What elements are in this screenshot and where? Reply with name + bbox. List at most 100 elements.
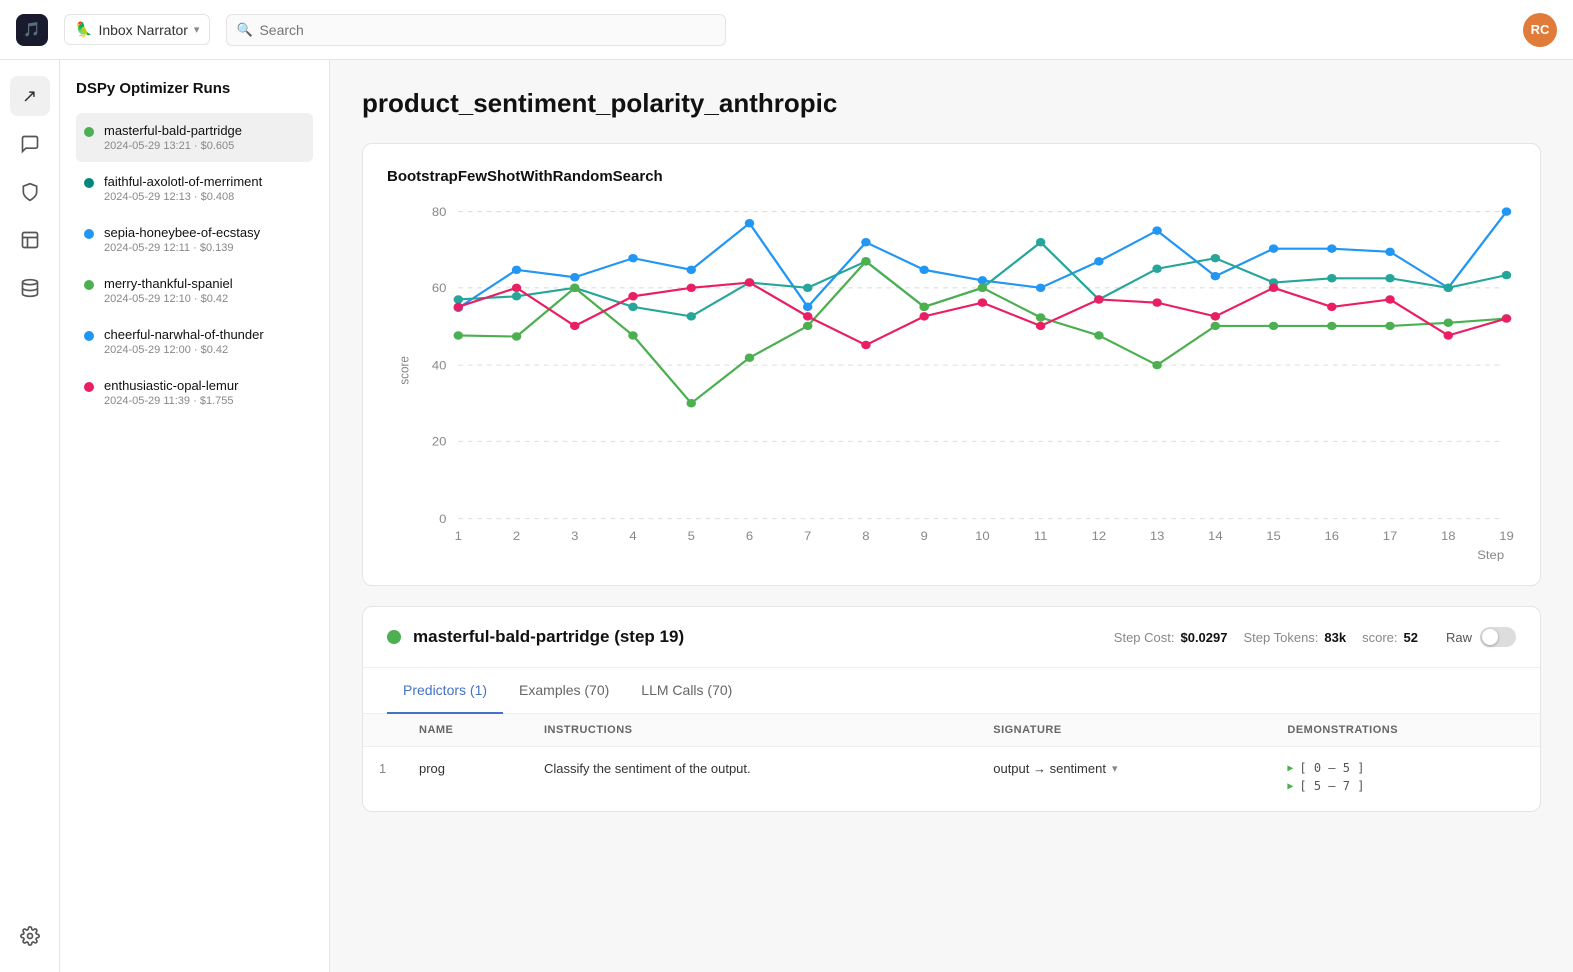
- pink-dot-16: [1327, 303, 1337, 311]
- run-dot-3: [84, 280, 94, 290]
- pink-dot-19: [1502, 314, 1512, 322]
- search-icon: 🔍: [236, 22, 252, 38]
- nav-chat[interactable]: [10, 124, 50, 164]
- run-item-4[interactable]: cheerful-narwhal-of-thunder 2024-05-29 1…: [76, 317, 313, 366]
- chart-container: .grid-line { stroke: #ddd; stroke-width:…: [387, 201, 1516, 561]
- run-item-0[interactable]: masterful-bald-partridge 2024-05-29 13:2…: [76, 113, 313, 162]
- svg-text:2: 2: [513, 529, 520, 542]
- table-header-row: NAME INSTRUCTIONS SIGNATURE DEMONSTRATIO…: [363, 714, 1540, 747]
- demo-item-2: ▶ [ 5 – 7 ]: [1287, 779, 1524, 793]
- pink-dot-18: [1444, 331, 1454, 339]
- blue-dot-2: [512, 266, 522, 274]
- run-item-5[interactable]: enthusiastic-opal-lemur 2024-05-29 11:39…: [76, 368, 313, 417]
- run-item-3[interactable]: merry-thankful-spaniel 2024-05-29 12:10 …: [76, 266, 313, 315]
- run-info-0: masterful-bald-partridge 2024-05-29 13:2…: [104, 123, 305, 152]
- demo-item-1: ▶ [ 0 – 5 ]: [1287, 761, 1524, 775]
- run-item-2[interactable]: sepia-honeybee-of-ecstasy 2024-05-29 12:…: [76, 215, 313, 264]
- run-dot-2: [84, 229, 94, 239]
- svg-text:13: 13: [1150, 529, 1165, 542]
- col-index: [363, 714, 403, 747]
- green-dot-14: [1211, 322, 1221, 330]
- pink-dot-10: [978, 298, 988, 306]
- toggle-track[interactable]: [1480, 627, 1516, 647]
- run-dot-5: [84, 382, 94, 392]
- svg-text:11: 11: [1034, 529, 1048, 542]
- nav-chart[interactable]: [10, 220, 50, 260]
- teal-dot-16: [1327, 274, 1337, 282]
- demo-arrow-1: ▶: [1287, 763, 1293, 774]
- svg-text:4: 4: [629, 529, 636, 542]
- tab-examples[interactable]: Examples (70): [503, 668, 625, 714]
- search-input[interactable]: [226, 14, 726, 46]
- detail-card: masterful-bald-partridge (step 19) Step …: [362, 606, 1541, 812]
- app-selector[interactable]: 🦜 Inbox Narrator ▾: [64, 14, 210, 45]
- run-meta-4: 2024-05-29 12:00 · $0.42: [104, 344, 305, 356]
- tabs-container: Predictors (1) Examples (70) LLM Calls (…: [363, 668, 1540, 714]
- svg-text:1: 1: [455, 529, 462, 542]
- svg-text:10: 10: [975, 529, 990, 542]
- run-dot-1: [84, 178, 94, 188]
- svg-text:80: 80: [432, 205, 447, 218]
- svg-text:Step: Step: [1477, 549, 1504, 561]
- teal-dot-4: [628, 303, 638, 311]
- raw-toggle[interactable]: Raw: [1446, 627, 1516, 647]
- teal-dot-17: [1385, 274, 1395, 282]
- blue-dot-16: [1327, 244, 1337, 252]
- nav-shield[interactable]: [10, 172, 50, 212]
- run-meta-5: 2024-05-29 11:39 · $1.755: [104, 395, 305, 407]
- svg-text:19: 19: [1499, 529, 1514, 542]
- pink-dot-2: [512, 284, 522, 292]
- step-cost-item: Step Cost: $0.0297: [1114, 630, 1228, 645]
- green-dot-8: [861, 257, 871, 265]
- col-name: NAME: [403, 714, 528, 747]
- sig-chevron-icon[interactable]: ▾: [1112, 762, 1118, 775]
- blue-dot-15: [1269, 244, 1279, 252]
- col-signature: SIGNATURE: [977, 714, 1271, 747]
- row-instructions: Classify the sentiment of the output.: [528, 747, 977, 812]
- run-name-3: merry-thankful-spaniel: [104, 276, 305, 291]
- svg-text:12: 12: [1092, 529, 1107, 542]
- green-dot-18: [1444, 319, 1454, 327]
- run-meta-3: 2024-05-29 12:10 · $0.42: [104, 293, 305, 305]
- blue-dot-5: [686, 266, 696, 274]
- user-avatar[interactable]: RC: [1523, 13, 1557, 47]
- detail-run-title: masterful-bald-partridge (step 19): [413, 627, 1102, 647]
- svg-text:6: 6: [746, 529, 753, 542]
- svg-text:score: score: [397, 356, 412, 385]
- blue-dot-10: [978, 276, 988, 284]
- chart-title: BootstrapFewShotWithRandomSearch: [387, 168, 1516, 185]
- row-index: 1: [363, 747, 403, 812]
- svg-text:3: 3: [571, 529, 578, 542]
- pink-dot-1: [454, 303, 464, 311]
- blue-dot-9: [919, 266, 929, 274]
- nav-trend[interactable]: ↗: [10, 76, 50, 116]
- run-meta-2: 2024-05-29 12:11 · $0.139: [104, 242, 305, 254]
- pink-dot-8: [861, 341, 871, 349]
- tab-predictors[interactable]: Predictors (1): [387, 668, 503, 714]
- col-instructions: INSTRUCTIONS: [528, 714, 977, 747]
- run-name-2: sepia-honeybee-of-ecstasy: [104, 225, 305, 240]
- pink-dot-11: [1036, 322, 1046, 330]
- green-dot-11: [1036, 313, 1046, 321]
- col-demonstrations: DEMONSTRATIONS: [1271, 714, 1540, 747]
- run-info-5: enthusiastic-opal-lemur 2024-05-29 11:39…: [104, 378, 305, 407]
- nav-settings[interactable]: [10, 916, 50, 956]
- blue-dot-12: [1094, 257, 1104, 265]
- pink-dot-15: [1269, 284, 1279, 292]
- svg-text:0: 0: [439, 513, 446, 526]
- logo-icon: 🎵: [23, 21, 40, 38]
- pink-dot-7: [803, 312, 813, 320]
- svg-text:14: 14: [1208, 529, 1223, 542]
- run-meta-0: 2024-05-29 13:21 · $0.605: [104, 140, 305, 152]
- blue-dot-4: [628, 254, 638, 262]
- tab-llm-calls[interactable]: LLM Calls (70): [625, 668, 748, 714]
- run-info-1: faithful-axolotl-of-merriment 2024-05-29…: [104, 174, 305, 203]
- content-area: product_sentiment_polarity_anthropic Boo…: [330, 60, 1573, 972]
- demo-range-2: [ 5 – 7 ]: [1299, 779, 1364, 793]
- chart-svg: .grid-line { stroke: #ddd; stroke-width:…: [387, 201, 1516, 561]
- green-dot-2: [512, 332, 522, 340]
- run-item-1[interactable]: faithful-axolotl-of-merriment 2024-05-29…: [76, 164, 313, 213]
- nav-database[interactable]: [10, 268, 50, 308]
- step-tokens-value: 83k: [1324, 630, 1346, 645]
- green-dot-5: [686, 399, 696, 407]
